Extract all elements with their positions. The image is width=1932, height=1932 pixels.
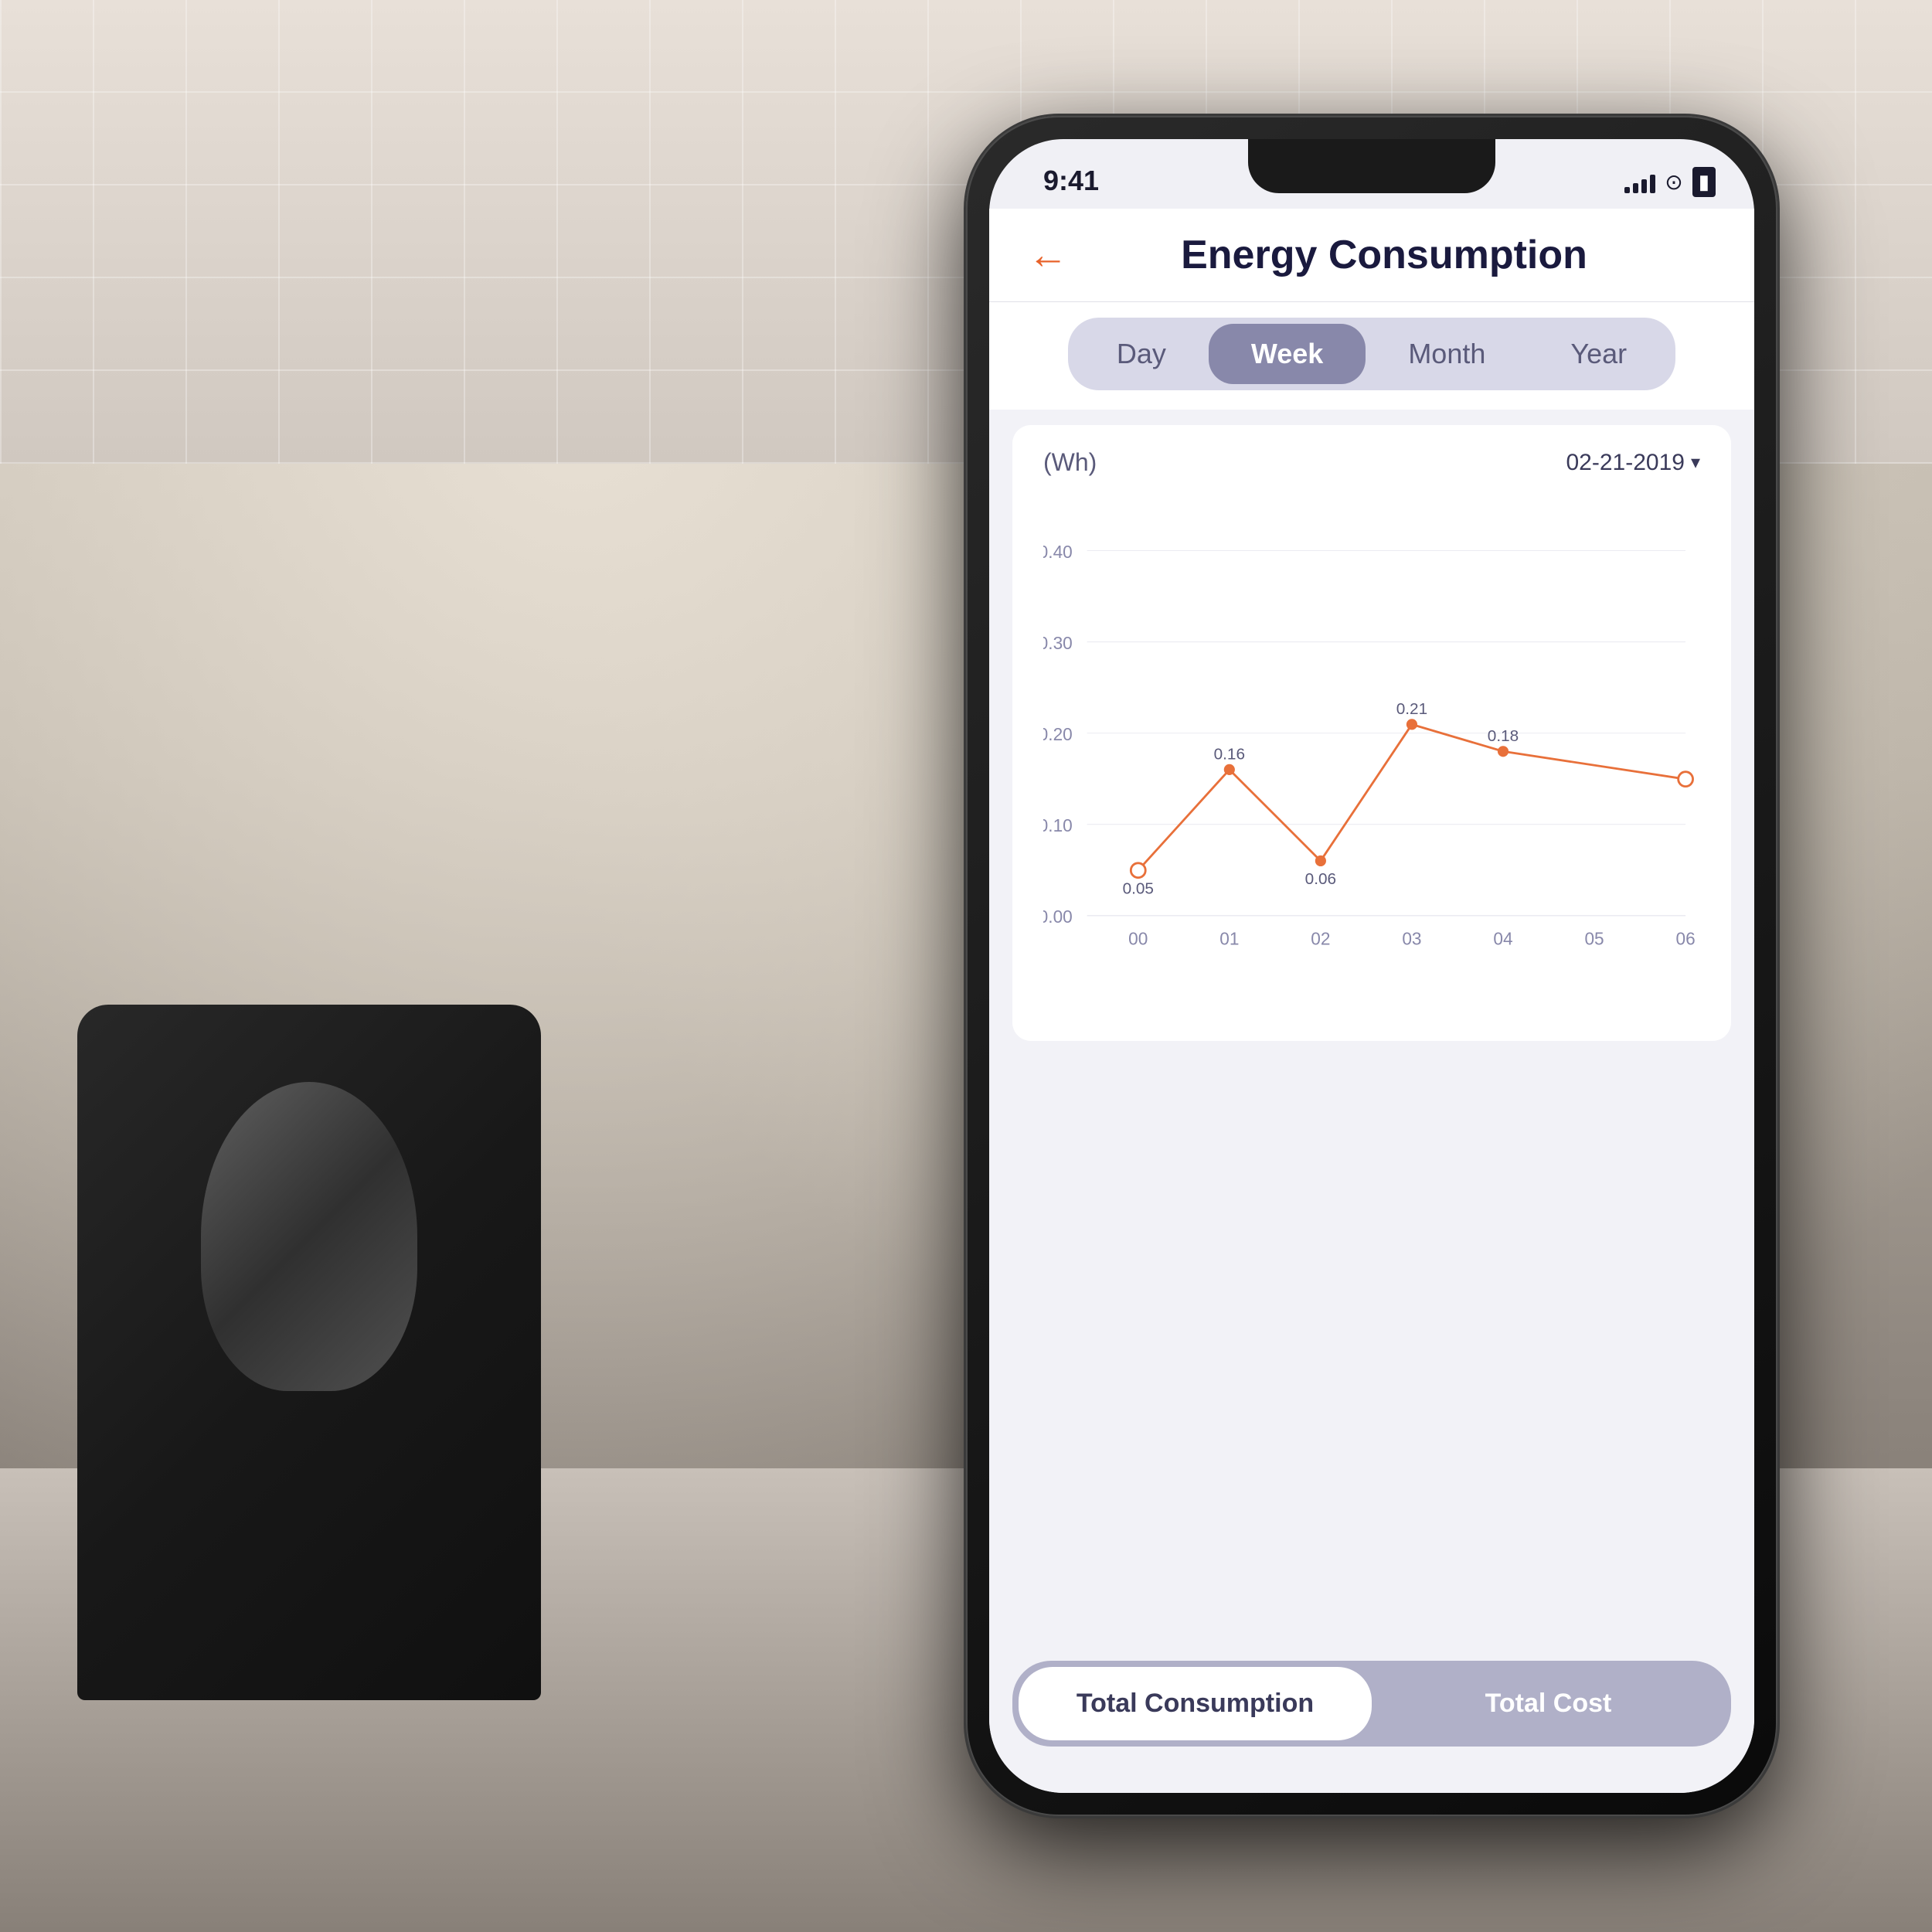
svg-text:0.06: 0.06 (1305, 870, 1336, 888)
data-point-00 (1131, 863, 1145, 878)
app-content: ← Energy Consumption Day Week Month Year (989, 209, 1754, 1793)
wifi-icon: ⊙ (1665, 169, 1682, 195)
svg-text:05: 05 (1584, 929, 1604, 949)
phone-frame: 9:41 ⊙ ▮ ← Energy Consumpt (966, 116, 1777, 1816)
svg-text:04: 04 (1493, 929, 1512, 949)
bottom-tabs: Total Consumption Total Cost (1012, 1661, 1731, 1747)
svg-text:0.00: 0.00 (1043, 906, 1073, 927)
svg-text:01: 01 (1219, 929, 1239, 949)
coffee-maker (77, 1005, 541, 1700)
signal-bar-4 (1650, 175, 1655, 193)
data-point-06 (1679, 772, 1693, 787)
data-point-02 (1316, 856, 1325, 865)
page-title: Energy Consumption (1091, 232, 1677, 278)
tab-week[interactable]: Week (1209, 324, 1366, 384)
signal-bar-2 (1633, 183, 1638, 193)
svg-text:02: 02 (1311, 929, 1330, 949)
chart-date-value: 02-21-2019 (1566, 450, 1684, 476)
signal-bar-1 (1624, 187, 1630, 193)
svg-text:06: 06 (1676, 929, 1696, 949)
svg-text:0.18: 0.18 (1488, 727, 1519, 745)
tab-year[interactable]: Year (1528, 324, 1669, 384)
chart-unit: (Wh) (1043, 448, 1097, 477)
svg-text:0.10: 0.10 (1043, 815, 1073, 835)
status-time: 9:41 (1043, 165, 1099, 197)
svg-text:03: 03 (1402, 929, 1421, 949)
svg-text:0.20: 0.20 (1043, 724, 1073, 744)
chart-header: (Wh) 02-21-2019 ▾ (1043, 448, 1700, 477)
bottom-tab-total-cost[interactable]: Total Cost (1372, 1667, 1725, 1740)
tab-group: Day Week Month Year (1068, 318, 1675, 390)
svg-text:0.30: 0.30 (1043, 633, 1073, 653)
svg-text:0.21: 0.21 (1396, 700, 1427, 718)
status-icons: ⊙ ▮ (1624, 167, 1716, 197)
phone-notch (1248, 139, 1495, 193)
svg-text:00: 00 (1128, 929, 1148, 949)
bottom-tab-total-consumption[interactable]: Total Consumption (1019, 1667, 1372, 1740)
chart-svg: 0.40 0.30 0.20 0.10 0.00 (1043, 492, 1700, 1018)
tab-bar: Day Week Month Year (989, 302, 1754, 410)
signal-icon (1624, 172, 1655, 193)
phone-screen: 9:41 ⊙ ▮ ← Energy Consumpt (989, 139, 1754, 1793)
app-header: ← Energy Consumption (989, 209, 1754, 302)
data-point-04 (1498, 747, 1507, 756)
tab-month[interactable]: Month (1366, 324, 1528, 384)
tab-day[interactable]: Day (1074, 324, 1209, 384)
svg-text:0.40: 0.40 (1043, 542, 1073, 562)
data-point-03 (1407, 720, 1416, 729)
svg-text:0.05: 0.05 (1123, 879, 1154, 897)
chevron-down-icon: ▾ (1691, 451, 1700, 474)
chart-date-selector[interactable]: 02-21-2019 ▾ (1566, 450, 1700, 476)
chart-canvas: 0.40 0.30 0.20 0.10 0.00 (1043, 492, 1700, 1018)
battery-icon: ▮ (1692, 167, 1716, 197)
phone-wrapper: 9:41 ⊙ ▮ ← Energy Consumpt (966, 116, 1777, 1816)
signal-bar-3 (1641, 179, 1647, 193)
chart-section: (Wh) 02-21-2019 ▾ 0.40 0.30 (1012, 425, 1731, 1041)
data-point-01 (1225, 765, 1233, 774)
back-button[interactable]: ← (1028, 235, 1068, 275)
svg-text:0.16: 0.16 (1214, 746, 1245, 764)
